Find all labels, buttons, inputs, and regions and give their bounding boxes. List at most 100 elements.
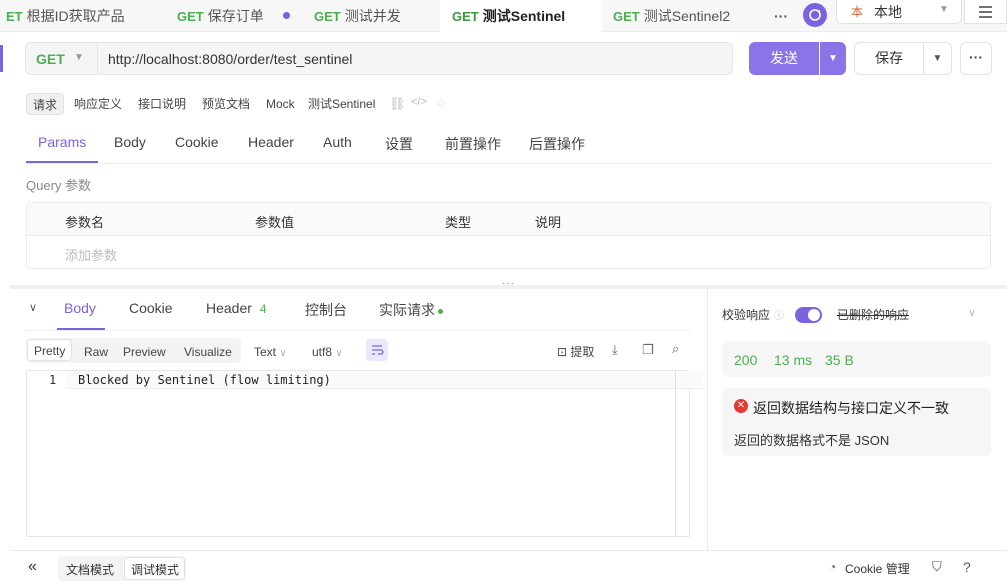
hamburger-icon xyxy=(979,6,992,18)
tab-test-sentinel2[interactable]: GET 测试Sentinel2 xyxy=(603,0,763,32)
response-body-editor[interactable]: 1 Blocked by Sentinel (flow limiting) xyxy=(26,370,703,537)
column-header-name: 参数名 xyxy=(65,215,105,230)
view-preview[interactable]: Preview xyxy=(123,341,166,363)
tab-cookie[interactable]: Cookie xyxy=(175,134,219,150)
history-icon[interactable]: ◌ xyxy=(437,95,445,110)
tab-get-product-by-id[interactable]: ET 根据ID获取产品 xyxy=(0,0,165,32)
validate-response-label: 校验响应 xyxy=(722,308,771,322)
add-param-input[interactable]: 添加参数 xyxy=(65,245,117,264)
drag-handle-icon[interactable]: ··· xyxy=(502,278,515,289)
tab-label: 实际请求 xyxy=(379,302,435,318)
response-time: 13 ms xyxy=(774,352,813,368)
subtab-request[interactable]: 请求 xyxy=(26,93,65,115)
format-select[interactable]: Text ∨ xyxy=(254,341,287,363)
code-line: Blocked by Sentinel (flow limiting) xyxy=(78,373,331,387)
tab-params[interactable]: Params xyxy=(38,134,86,150)
subtab-mock[interactable]: Mock xyxy=(260,93,301,115)
more-tabs-button[interactable]: ··· xyxy=(774,0,794,32)
url-input[interactable]: http://localhost:8080/order/test_sentine… xyxy=(108,51,352,67)
more-options-button[interactable]: ··· xyxy=(960,42,992,75)
extract-label: 提取 xyxy=(570,345,595,359)
url-bar: GET ▼ http://localhost:8080/order/test_s… xyxy=(25,42,733,75)
method-label: GET xyxy=(452,9,479,24)
response-tab-console[interactable]: 控制台 xyxy=(305,300,347,320)
extract-button[interactable]: ⊡ 提取 xyxy=(557,341,594,363)
wrap-lines-icon xyxy=(372,345,384,355)
search-icon[interactable]: ⌕ xyxy=(672,341,679,357)
chevron-down-icon: ∨ xyxy=(335,348,343,359)
collapse-response-icon[interactable]: ∨ xyxy=(29,301,37,314)
menu-button[interactable] xyxy=(964,0,1007,24)
header-count-badge: 4 xyxy=(259,302,267,316)
chevron-down-icon: ▼ xyxy=(932,53,943,64)
tab-label: 测试Sentinel2 xyxy=(643,8,731,24)
env-label: 本地 xyxy=(874,4,902,20)
link-icon[interactable]: ⛓ xyxy=(389,96,406,112)
copy-icon[interactable]: ❐ xyxy=(642,342,654,358)
shirt-icon[interactable]: ⛉ xyxy=(932,559,942,575)
download-icon[interactable]: ⤓ xyxy=(612,342,618,358)
column-header-description: 说明 xyxy=(535,215,562,230)
method-label: GET xyxy=(177,9,204,24)
error-icon: ✕ xyxy=(734,399,748,413)
debug-mode-button[interactable]: 调试模式 xyxy=(124,557,185,580)
collapse-sidebar-icon[interactable]: « xyxy=(28,558,37,576)
chevron-down-icon: ▼ xyxy=(939,4,949,15)
method-label: ET xyxy=(6,9,23,24)
environment-select[interactable]: 本 本地 ▼ xyxy=(836,0,962,24)
tab-bar: ET 根据ID获取产品 GET 保存订单 GET 测试并发 GET 测试Sentinel… xyxy=(0,0,1007,32)
tab-auth[interactable]: Auth xyxy=(323,134,352,150)
send-button[interactable]: 发送 xyxy=(749,42,819,75)
response-definition-select[interactable]: 已删除的响应 xyxy=(837,306,909,323)
save-dropdown-button[interactable]: ▼ xyxy=(923,42,952,75)
subtab-api-description[interactable]: 接口说明 xyxy=(132,93,192,115)
chevron-down-icon: ▼ xyxy=(74,52,84,63)
tab-save-order[interactable]: GET 保存订单 xyxy=(166,0,302,32)
code-icon[interactable]: </> xyxy=(411,96,427,108)
help-circle-icon[interactable]: ? xyxy=(963,559,971,575)
subtab-preview-doc[interactable]: 预览文档 xyxy=(196,93,256,115)
view-raw[interactable]: Raw xyxy=(84,341,108,363)
debug-mode-label: 调试模式 xyxy=(131,563,180,577)
subtab-response-definition[interactable]: 响应定义 xyxy=(68,93,128,115)
status-code: 200 xyxy=(734,352,758,368)
help-icon[interactable]: ⓘ xyxy=(774,307,784,322)
save-button[interactable]: 保存 xyxy=(854,42,924,75)
response-tab-body[interactable]: Body xyxy=(64,300,96,316)
sync-button[interactable] xyxy=(803,3,827,27)
status-dot-icon xyxy=(438,308,443,314)
tab-settings[interactable]: 设置 xyxy=(385,134,413,154)
response-meta: 200 13 ms 35 B xyxy=(722,341,991,377)
validation-error-card: ✕ 返回数据结构与接口定义不一致 返回的数据格式不是 JSON xyxy=(722,388,991,456)
view-visualize[interactable]: Visualize xyxy=(184,341,232,363)
editor-scrollbar[interactable] xyxy=(675,371,676,536)
wrap-toggle-button[interactable] xyxy=(366,339,388,361)
api-name: 测试Sentinel xyxy=(308,97,376,111)
response-tab-actual-request[interactable]: 实际请求 xyxy=(379,300,443,320)
tab-body[interactable]: Body xyxy=(114,134,146,150)
cookie-manage-button[interactable]: Cookie 管理 xyxy=(845,560,910,577)
tab-test-concurrency[interactable]: GET 测试并发 xyxy=(303,0,439,32)
response-tab-cookie[interactable]: Cookie xyxy=(129,300,173,316)
left-edge-indicator xyxy=(0,45,3,72)
extract-icon: ⊡ xyxy=(557,345,568,359)
doc-mode-button[interactable]: 文档模式 xyxy=(66,561,114,578)
validate-toggle[interactable] xyxy=(795,307,822,323)
tab-label: 测试Sentinel xyxy=(482,8,566,24)
error-detail: 返回的数据格式不是 JSON xyxy=(734,433,890,448)
error-title: 返回数据结构与接口定义不一致 xyxy=(753,400,949,416)
tab-post-operations[interactable]: 后置操作 xyxy=(529,134,585,154)
params-table-header: 参数名 参数值 类型 说明 xyxy=(27,203,990,236)
chevron-down-icon[interactable]: ∨ xyxy=(968,306,976,319)
tab-test-sentinel[interactable]: GET 测试Sentinel xyxy=(440,0,602,32)
tab-pre-operations[interactable]: 前置操作 xyxy=(445,134,501,154)
method-select[interactable]: GET ▼ xyxy=(26,43,98,74)
view-pretty[interactable]: Pretty xyxy=(27,339,73,361)
divider xyxy=(26,163,992,164)
encoding-select[interactable]: utf8 ∨ xyxy=(312,341,343,363)
tab-header[interactable]: Header xyxy=(248,134,294,150)
method-label: GET xyxy=(314,9,341,24)
send-dropdown-button[interactable]: ▼ xyxy=(820,42,846,75)
response-tab-header[interactable]: Header 4 xyxy=(206,300,267,316)
response-size: 35 B xyxy=(825,352,854,368)
